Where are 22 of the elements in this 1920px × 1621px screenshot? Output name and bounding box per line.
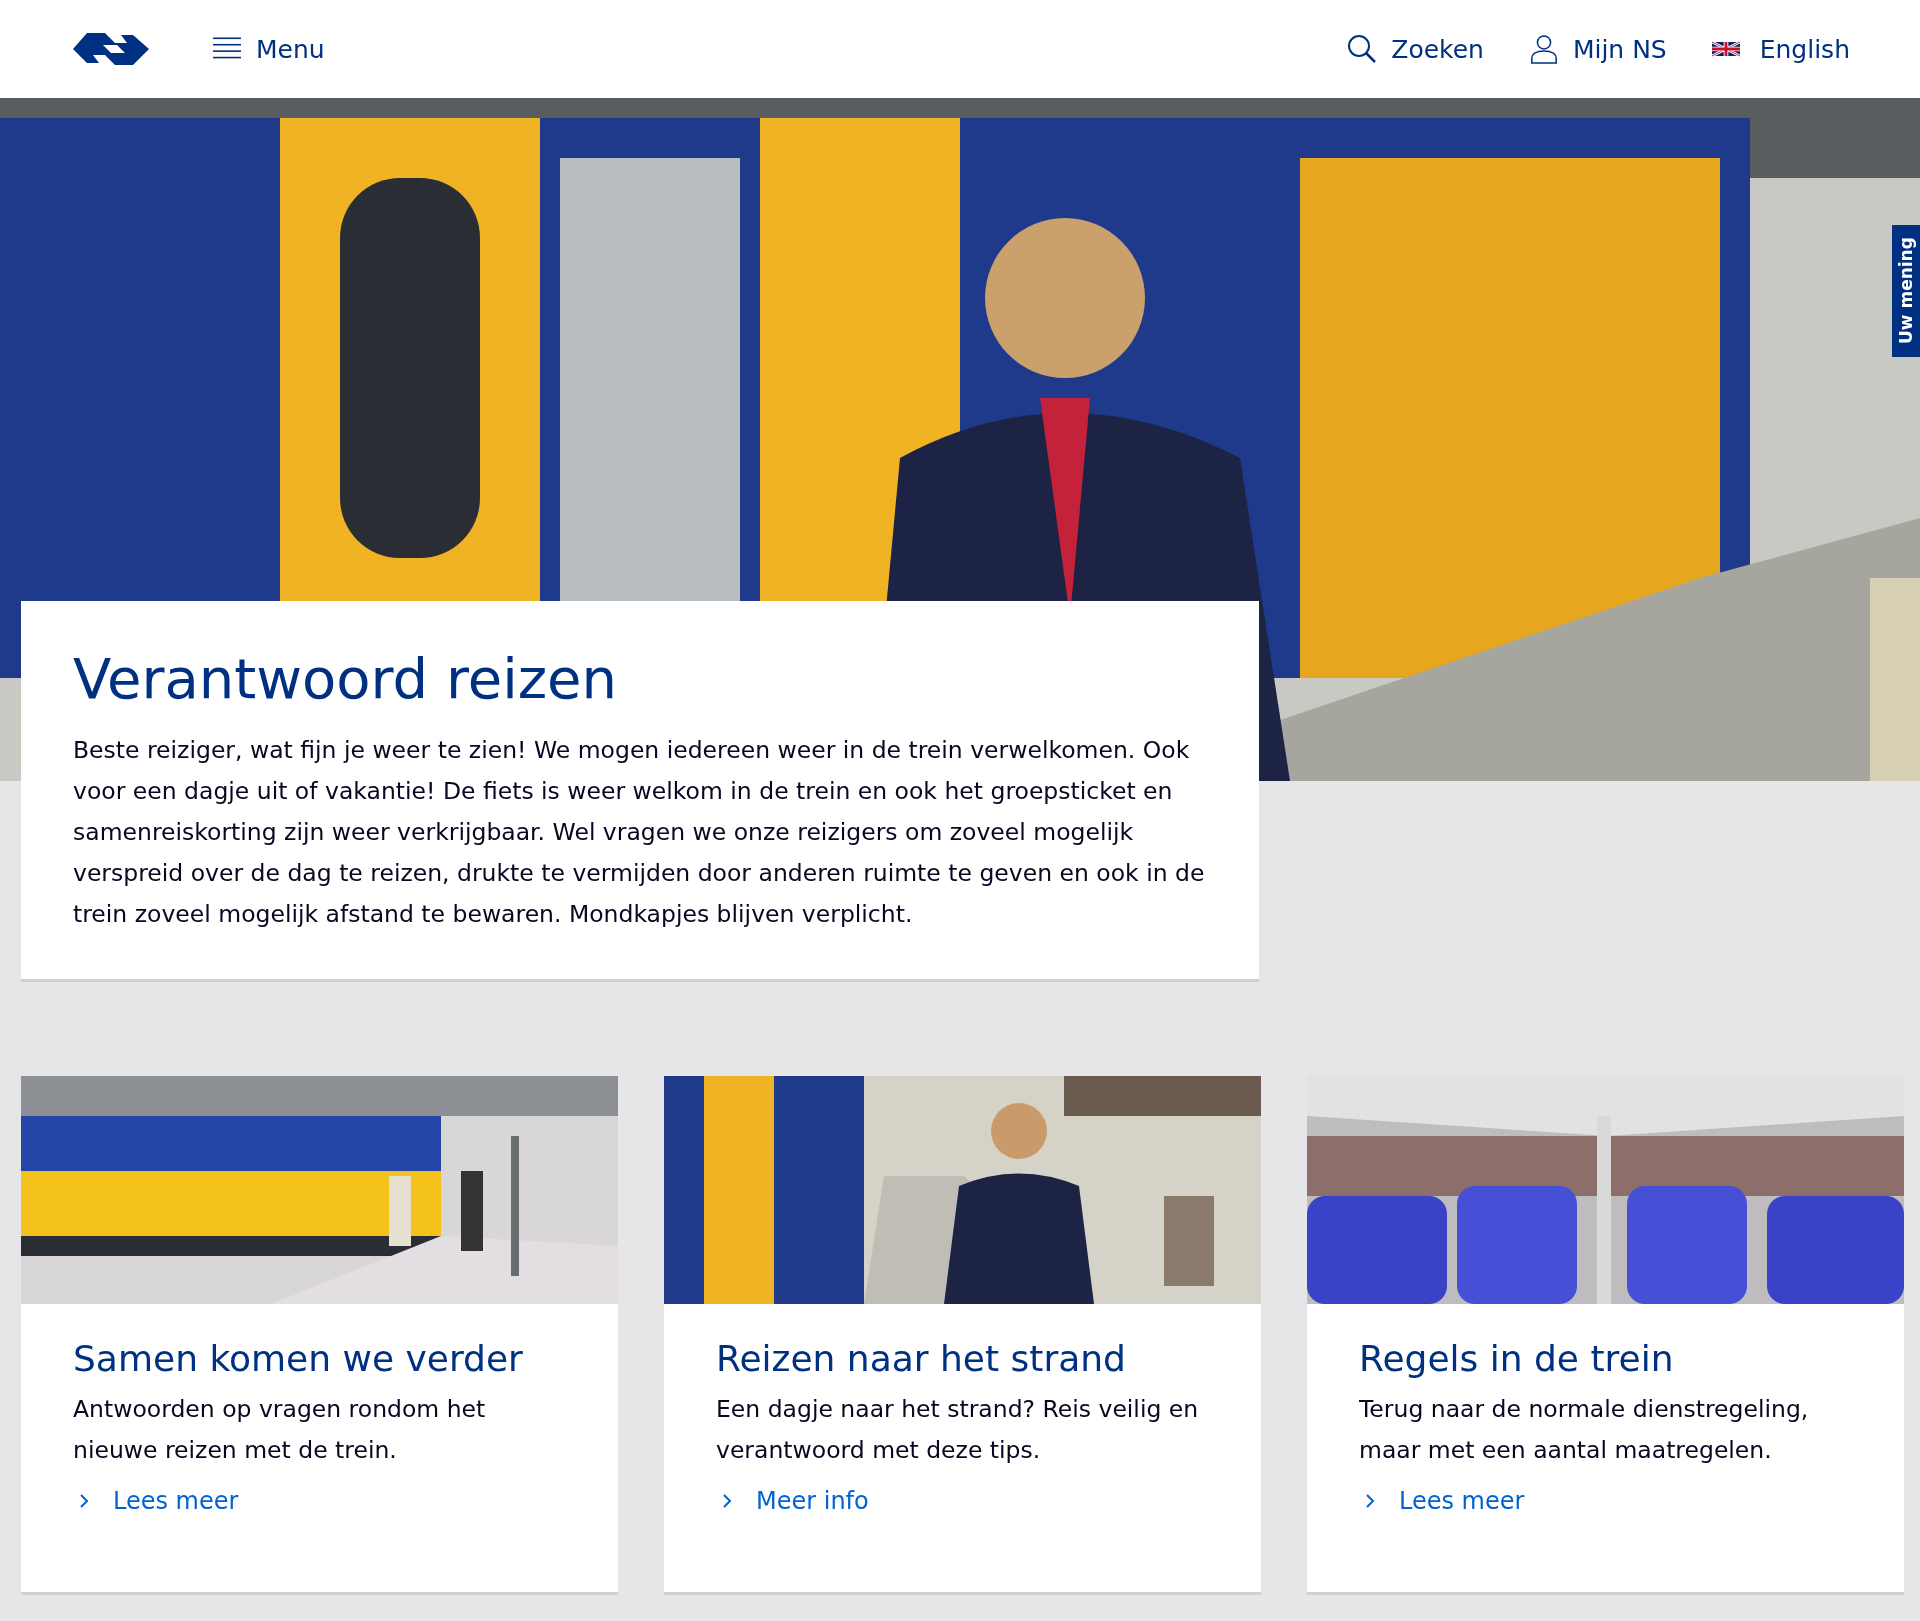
chevron-icon [722,1493,732,1510]
intro-text: Beste reiziger, wat fijn je weer te zien! We mogen iedereen weer in de trein verwelkomen. Ook voor een dagje uit of vakantie! De fiets is weer welkom in de trein en ook het groepsticket en samenreiskorting zijn weer verkrijgbaar. Wel vragen we onze reizigers om zoveel mogelijk verspreid over de dag te reizen, drukte te vermijden door anderen ruimte te geven en ook in de trein zoveel mogelijk afstand te bewaren. Mondkapjes blijven verplicht. [73,735,1206,931]
account-button[interactable]: Mijn NS [1528,34,1667,64]
search-button[interactable]: Zoeken [1347,34,1484,64]
read-more-link[interactable]: Lees meer [1359,1487,1525,1516]
card-text: Een dagje naar het strand? Reis veilig en verantwoord met deze tips. [716,1394,1200,1467]
flag-icon [1711,41,1740,57]
search-icon [1347,34,1378,64]
card-title: Regels in de trein [1359,1338,1675,1380]
read-more-link[interactable]: Meer info [716,1487,869,1516]
feedback-tab[interactable]: Uw mening [1892,225,1920,357]
read-more-link[interactable]: Lees meer [73,1487,239,1516]
person-icon [1528,34,1559,64]
card-text: Antwoorden op vragen rondom het nieuwe reizen met de trein. [73,1394,487,1467]
card-text: Terug naar de normale dienstregeling, maar met een aantal maatregelen. [1359,1394,1810,1467]
chevron-icon [79,1493,89,1510]
menu-button[interactable]: Menu [212,34,325,64]
language-button[interactable]: English [1711,34,1850,64]
card-title: Samen komen we verder [73,1338,524,1380]
page-title: Verantwoord reizen [73,645,619,713]
card-title: Reizen naar het strand [716,1338,1127,1380]
chevron-icon [1365,1493,1375,1510]
